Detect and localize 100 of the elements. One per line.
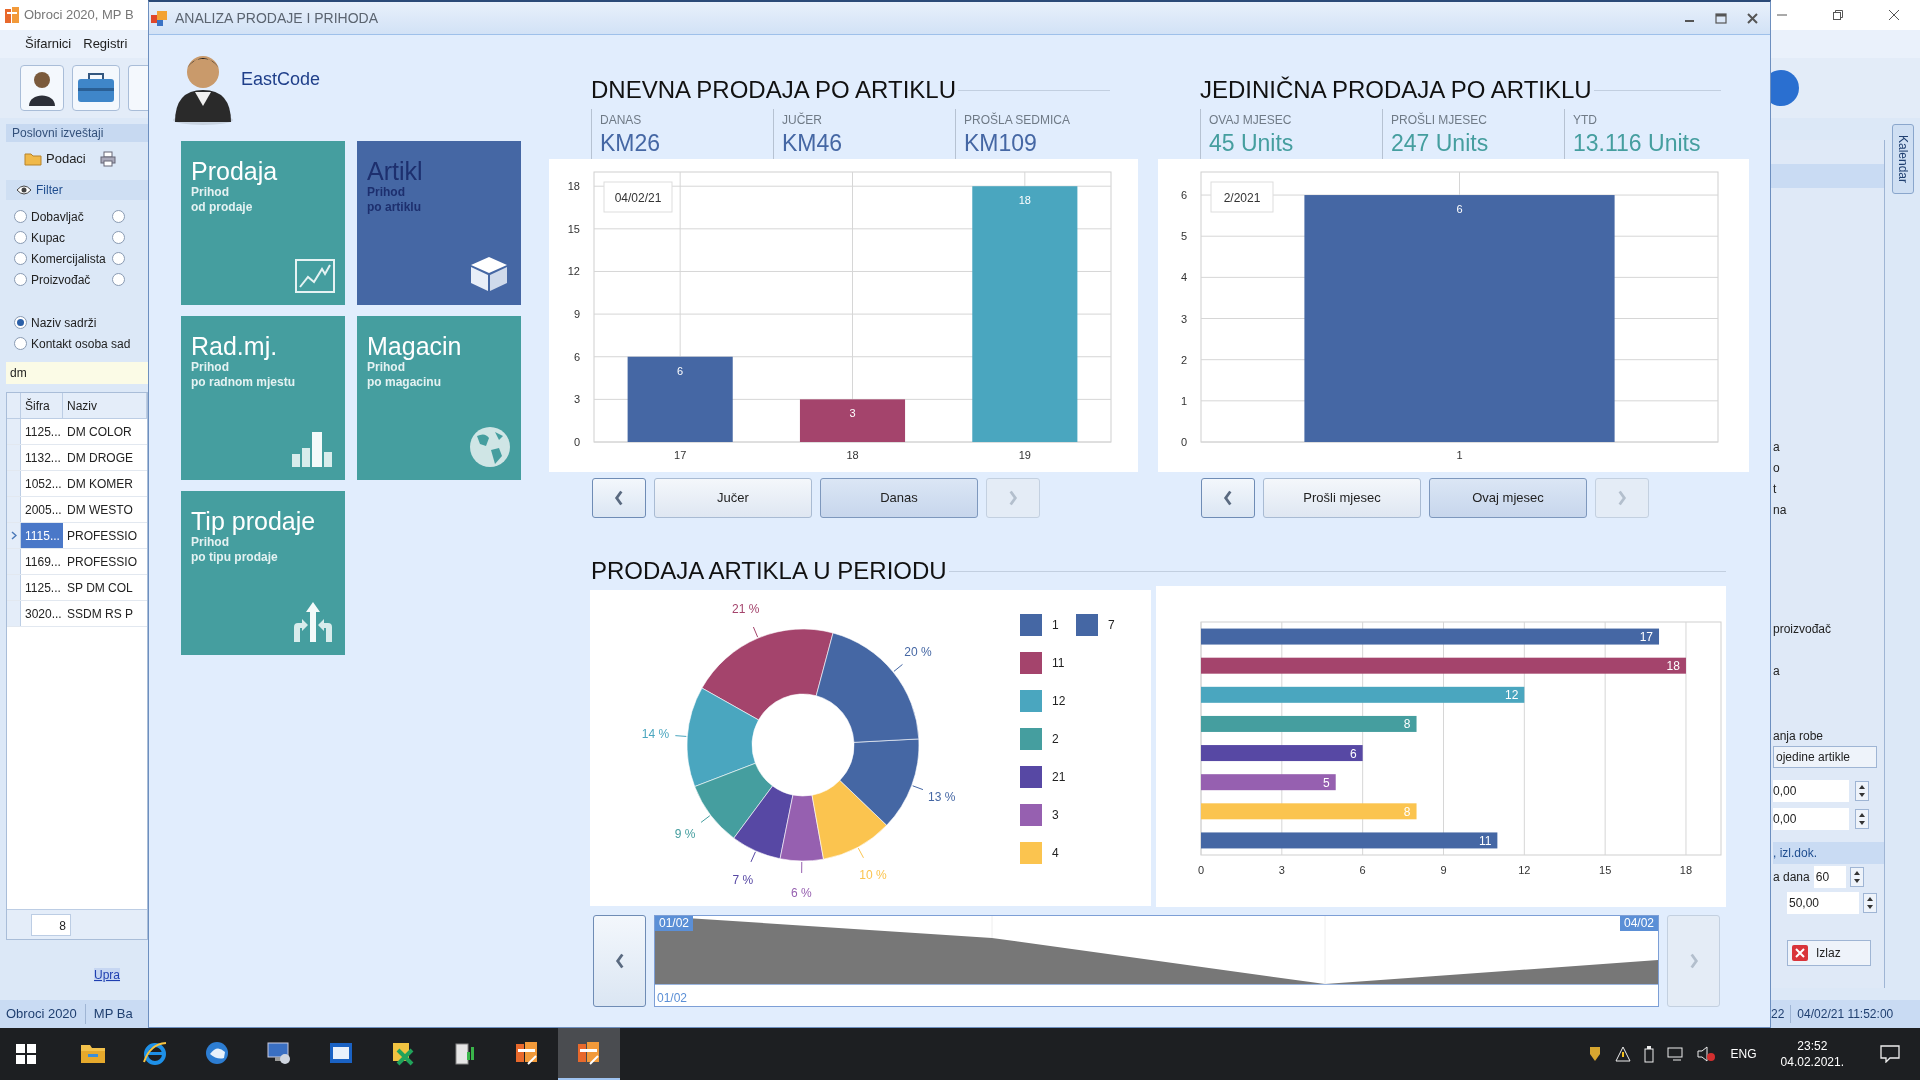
period-button[interactable]: Jučer [654,478,812,518]
close-icon[interactable] [1747,12,1758,24]
amount-field[interactable]: 50,00 [1787,892,1859,914]
axis-tick-label: 18 [846,449,859,461]
date-label: 2/2021 [1210,181,1274,213]
axis-tick-label: 6 [1359,864,1366,876]
previous-button[interactable] [592,478,646,518]
table-cell-text: 1132... [24,450,62,467]
row-header [7,497,21,522]
grid-row[interactable]: 1125... DM COLOR [7,419,147,445]
radio-button[interactable] [111,252,125,265]
maximize-icon[interactable] [1715,12,1727,24]
date-label: 04/02/21 [603,181,673,213]
radio-button[interactable] [14,252,27,265]
number-field[interactable]: 0,00 [1773,780,1849,802]
language-indicator[interactable]: ENG [1726,1045,1761,1063]
radio-label: Dobavljač [31,208,84,226]
radio-button[interactable] [111,231,125,244]
taskbar-app[interactable] [558,1028,620,1080]
leader-line [801,861,803,874]
clock-date[interactable]: 04.02.2021. [1780,1054,1844,1070]
server-icon [453,1040,477,1066]
radio-button[interactable] [14,231,27,244]
close-icon [1792,945,1808,961]
grid-row[interactable]: 1125... SP DM COL [7,575,147,601]
annotation: 04/02/21 [614,191,662,205]
data-label: 6 [677,364,684,377]
help-icon[interactable] [1771,68,1801,108]
data-button[interactable]: Podaci [24,149,86,169]
stat-label: YTD [1573,112,1598,129]
label: o [1773,461,1781,476]
monitor-icon [266,1041,292,1065]
radio-label: Kontakt osoba sad [31,335,131,353]
grid-row[interactable]: 3020... SSDM RS P [7,601,147,627]
grid-row[interactable]: 1115... PROFESSIO [7,523,147,549]
status-text: Obroci 2020 [0,1004,86,1024]
stat-label: DANAS [600,112,643,129]
spinner-icon[interactable] [1863,893,1877,913]
radio-button[interactable] [14,210,27,223]
articles-button[interactable]: ojedine artikle [1773,746,1877,768]
radio-button[interactable] [111,210,125,223]
table-cell-text: 1052... [24,476,63,493]
restore-icon[interactable] [1832,9,1844,21]
grid-row[interactable]: 1132... DM DROGE [7,445,147,471]
radio-button[interactable] [111,273,125,286]
menu-item[interactable]: Šifarnici [25,34,72,54]
previous-button[interactable] [1201,478,1255,518]
network-icon[interactable] [1666,1046,1685,1062]
clock-time[interactable]: 23:52 [1797,1038,1828,1054]
grid-row[interactable]: 2005... DM WESTO [7,497,147,523]
person-icon[interactable] [20,65,64,111]
stat-value: KM46 [782,129,844,157]
filter-title: Filter [36,182,63,199]
days-field[interactable]: 60 [1813,866,1846,888]
radio-button[interactable] [14,316,27,329]
notification-icon[interactable] [1880,1045,1900,1063]
stat-value: 247 Units [1391,129,1490,157]
period-button[interactable]: Ovaj mjesec [1429,478,1587,518]
usb-icon[interactable] [1642,1045,1655,1063]
grid-row[interactable]: 1052... DM KOMER [7,471,147,497]
menu-item[interactable]: Registri [83,34,128,54]
axis-tick-label: 12 [1518,864,1531,876]
eye-icon [16,185,32,195]
close-icon[interactable] [1888,9,1900,21]
column-header[interactable]: Šifra [21,393,63,418]
panel-tab[interactable]: Poslovni izveštaji [6,124,148,142]
period-button[interactable]: Prošli mjesec [1263,478,1421,518]
radio-button[interactable] [14,273,27,286]
label: a [1773,664,1781,679]
briefcase-icon[interactable] [72,65,120,111]
print-icon[interactable] [99,151,116,167]
window-title: ANALIZA PRODAJE I PRIHODA [175,8,379,28]
stat-label: JUČER [782,111,823,129]
legend-label: 4 [1052,845,1059,862]
axis-tick-label: 15 [1599,864,1612,876]
axis-tick-label: 19 [1018,449,1031,461]
status-text: 04/02/21 11:52:00 [1796,1006,1894,1023]
speaker-muted-icon[interactable] [1696,1046,1715,1062]
radio-label: Naziv sadrži [31,314,97,332]
warning-icon[interactable] [1614,1046,1631,1062]
previous-button[interactable] [593,915,646,1007]
link[interactable]: Upra [94,968,120,982]
spinner-icon[interactable] [1855,809,1869,829]
spinner-icon[interactable] [1855,781,1869,801]
radio-button[interactable] [14,337,27,350]
column-header[interactable]: Naziv [63,393,147,418]
search-field[interactable]: dm [6,362,148,384]
table-cell-text: DM COLOR [66,424,133,441]
period-button[interactable]: Danas [820,478,978,518]
status-text: MP Ba [92,1005,133,1024]
side-tab[interactable]: Kalendar [1891,124,1914,194]
axis-tick-label: 15 [567,222,580,235]
stat-value: 45 Units [1209,129,1295,157]
exit-button[interactable]: Izlaz [1787,940,1871,966]
data-label: 11 [1478,833,1492,848]
number-field[interactable]: 0,00 [1773,808,1849,830]
spinner-icon[interactable] [1849,867,1864,887]
grid-row[interactable]: 1169... PROFESSIO [7,549,147,575]
window-icon [329,1042,353,1064]
annotation: 2/2021 [1223,191,1261,205]
